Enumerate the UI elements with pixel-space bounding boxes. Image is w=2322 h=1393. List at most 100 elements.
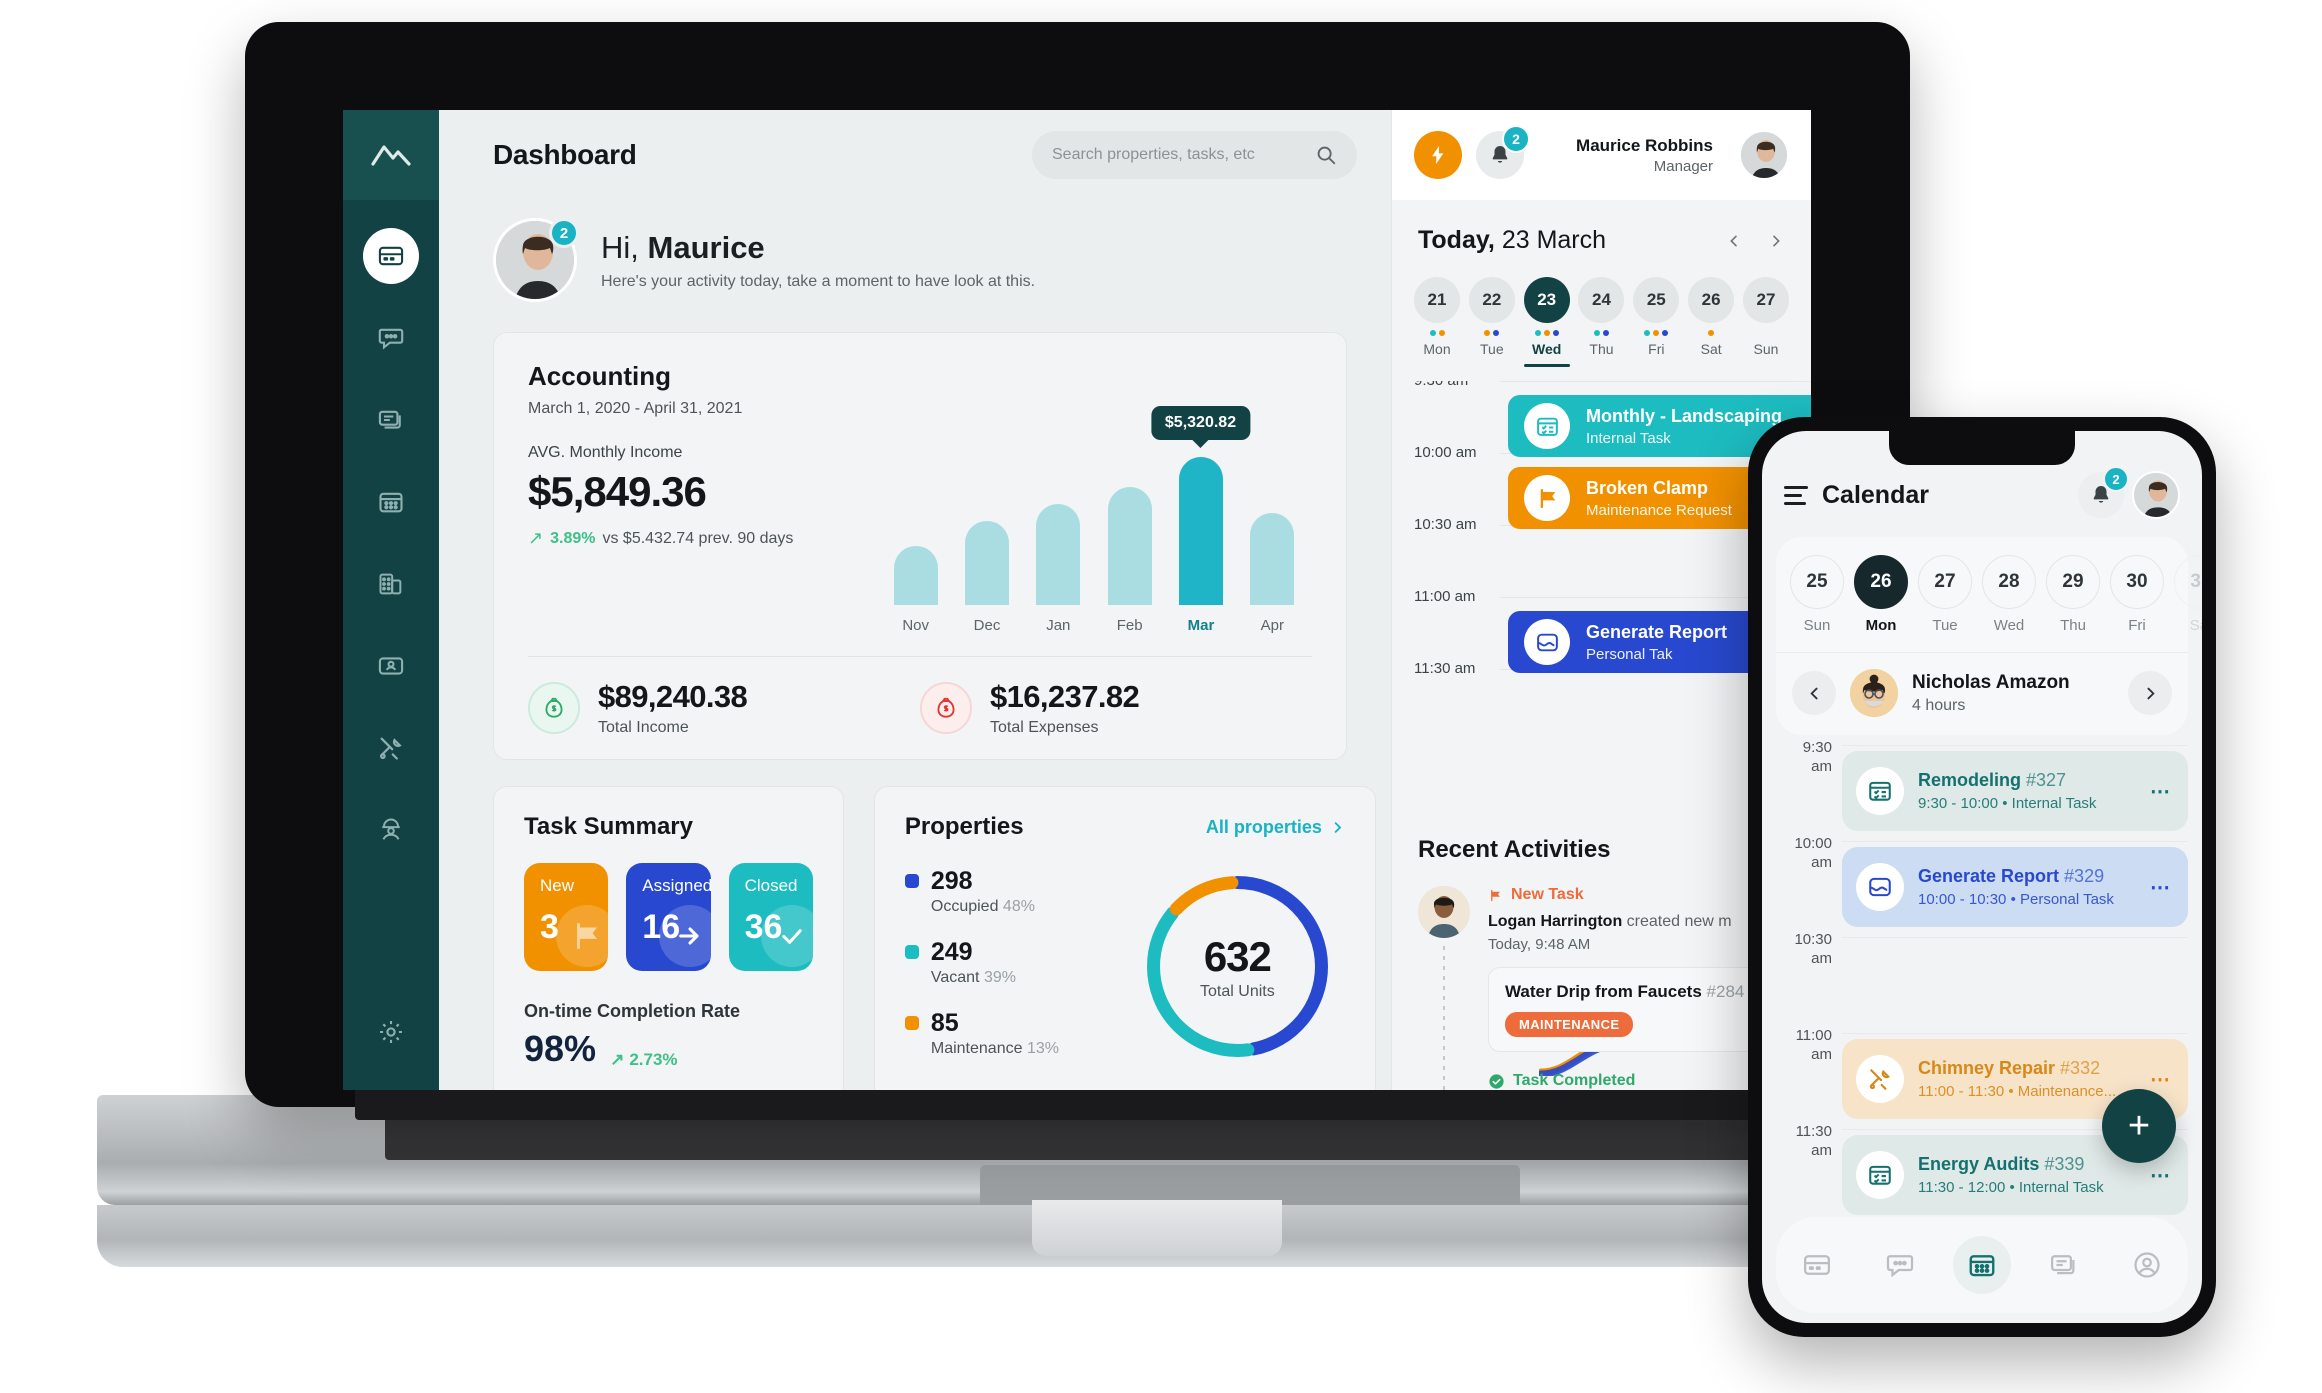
bar-column[interactable]: Feb: [1102, 444, 1157, 634]
contact-card-icon: [378, 657, 404, 675]
legend-count: 298: [930, 867, 973, 895]
search-bar[interactable]: [1032, 131, 1357, 179]
task-tile-new[interactable]: New 3: [524, 863, 609, 971]
bar-column[interactable]: Mar: [1173, 444, 1228, 634]
phone-day-cell-26[interactable]: 26 Mon: [1854, 555, 1908, 634]
search-input[interactable]: [1052, 146, 1305, 164]
phone-slot-time: 11:00 am: [1795, 1027, 1832, 1063]
sidebar-item-vendors[interactable]: [363, 802, 419, 858]
phone-event-subtitle: 10:00 - 10:30 • Personal Task: [1918, 891, 2114, 908]
phone-tab-documents[interactable]: [2035, 1236, 2093, 1294]
sidebar: [343, 110, 439, 1090]
sidebar-item-documents[interactable]: [363, 392, 419, 448]
more-icon[interactable]: ⋯: [2150, 779, 2172, 804]
bar-column[interactable]: Nov: [888, 444, 943, 634]
all-properties-link[interactable]: All properties: [1206, 817, 1345, 838]
user-avatar[interactable]: [1739, 130, 1789, 180]
slot-time-label: 11:00 am: [1414, 588, 1476, 605]
legend-item[interactable]: 85 Maintenance 13%: [904, 1009, 1120, 1058]
sidebar-item-maintenance[interactable]: [363, 720, 419, 776]
phone-next-person-button[interactable]: [2128, 671, 2172, 715]
total-income: $89,240.38 Total Income: [528, 679, 920, 737]
phone-day-cell-29[interactable]: 29 Thu: [2046, 555, 2100, 634]
tools-icon: [379, 737, 402, 760]
phone-person-avatar: [1850, 669, 1898, 717]
today-header: Today, 23 March: [1392, 200, 1811, 255]
day-number: 22: [1468, 277, 1515, 323]
phone-person-duration: 4 hours: [1912, 696, 1966, 714]
task-tile-assigned[interactable]: Assigned 16: [626, 863, 711, 971]
phone-schedule-event[interactable]: Generate Report #329 10:00 - 10:30 • Pers…: [1842, 847, 2188, 927]
total-expenses-label: Total Expenses: [990, 719, 1099, 736]
avatar[interactable]: 2: [493, 218, 579, 302]
phone-user-avatar[interactable]: [2132, 471, 2180, 519]
more-icon[interactable]: ⋯: [2150, 875, 2172, 900]
more-icon[interactable]: ⋯: [2150, 1163, 2172, 1188]
prev-day-button[interactable]: [1721, 228, 1747, 254]
task-summary-title: Task Summary: [524, 813, 693, 840]
user-meta[interactable]: Maurice Robbins Manager: [1576, 136, 1713, 175]
bar-column[interactable]: Jan: [1031, 444, 1086, 634]
more-icon[interactable]: ⋯: [2150, 1067, 2172, 1092]
activity-item[interactable]: New Task Logan Harrington created new m …: [1418, 886, 1785, 1090]
greeting-hi: Hi,: [601, 229, 639, 265]
phone-notifications-button[interactable]: 2: [2078, 466, 2129, 518]
total-income-value: $89,240.38: [598, 679, 748, 714]
phone-person-name: Nicholas Amazon: [1912, 671, 2070, 693]
legend-item[interactable]: 249 Vacant 39%: [904, 938, 1120, 987]
activity-content: New Task Logan Harrington created new m …: [1488, 886, 1785, 1090]
properties-card: Properties All properties 298 Occupied 4…: [873, 786, 1376, 1090]
day-event-dots: [1633, 330, 1679, 336]
legend-item[interactable]: 298 Occupied 48%: [904, 867, 1120, 916]
properties-title: Properties: [904, 813, 1024, 840]
phone-day-cell-31[interactable]: 31 Sat: [2174, 555, 2202, 634]
sidebar-item-contacts[interactable]: [363, 638, 419, 694]
day-cell-21[interactable]: 21 Mon: [1414, 277, 1460, 367]
day-cell-26[interactable]: 26 Sat: [1688, 277, 1735, 367]
next-day-button[interactable]: [1763, 228, 1789, 254]
phone-tab-messages[interactable]: [1871, 1236, 1929, 1294]
notifications-button[interactable]: 2: [1476, 125, 1530, 179]
phone-day-cell-28[interactable]: 28 Wed: [1982, 555, 2036, 634]
inbox-icon: [1524, 619, 1570, 665]
phone-tab-calendar[interactable]: [1952, 1236, 2011, 1294]
sidebar-item-dashboard[interactable]: [363, 228, 419, 284]
bar-label: Nov: [902, 617, 929, 634]
hamburger-icon[interactable]: [1784, 485, 1808, 505]
sidebar-item-settings[interactable]: [363, 1004, 419, 1060]
day-cell-23[interactable]: 23 Wed: [1523, 277, 1570, 367]
phone-day-cell-25[interactable]: 25 Sun: [1790, 555, 1844, 634]
phone-prev-person-button[interactable]: [1792, 671, 1836, 715]
event-title: Broken Clamp: [1586, 477, 1709, 498]
phone-tab-dashboard[interactable]: [1788, 1236, 1846, 1294]
day-cell-27[interactable]: 27 Sun: [1742, 277, 1789, 367]
phone-day-cell-27[interactable]: 27 Tue: [1918, 555, 1972, 634]
phone-day-number: 28: [1982, 555, 2036, 609]
app-logo[interactable]: [343, 110, 439, 200]
day-event-dots: [1414, 330, 1460, 336]
phone-day-cell-30[interactable]: 30 Fri: [2110, 555, 2164, 634]
sidebar-item-properties[interactable]: [363, 556, 419, 612]
day-cell-22[interactable]: 22 Tue: [1468, 277, 1515, 367]
bar-column[interactable]: Dec: [959, 444, 1014, 634]
app-window: Dashboard Search properties, tasks, etc …: [343, 110, 1811, 1090]
day-number: 27: [1742, 277, 1789, 323]
day-cell-24[interactable]: 24 Thu: [1578, 277, 1625, 367]
flag-icon: [1524, 475, 1570, 521]
add-task-button[interactable]: +: [2102, 1089, 2176, 1163]
phone-time-slot: 10:00 am Generate Report #329 10:00 - 10:30…: [1776, 835, 2188, 937]
day-cell-25[interactable]: 25 Fri: [1633, 277, 1680, 367]
phone-schedule-event[interactable]: Remodeling #327 9:30 - 10:00 • Internal T…: [1842, 751, 2188, 831]
phone-slot-time: 10:00 am: [1794, 835, 1832, 871]
sidebar-item-messages[interactable]: [363, 310, 419, 366]
phone-tab-profile[interactable]: [2118, 1236, 2176, 1294]
documents-icon: [378, 410, 401, 429]
activity-task-box[interactable]: Water Drip from Faucets #284 MAINTENANCE: [1488, 967, 1785, 1052]
task-tile-closed[interactable]: Closed 36: [728, 863, 813, 971]
day-event-dots: [1469, 330, 1515, 336]
quick-action-button[interactable]: [1414, 131, 1462, 179]
bar-column[interactable]: Apr: [1245, 444, 1300, 634]
phone-calendar-card: 25 Sun 26 Mon 27 Tue 28 Wed 29 Thu 30 Fri 31 Sat: [1776, 537, 2202, 735]
phone-slot-divider: [1842, 1033, 2188, 1034]
sidebar-item-calendar[interactable]: [363, 474, 419, 530]
